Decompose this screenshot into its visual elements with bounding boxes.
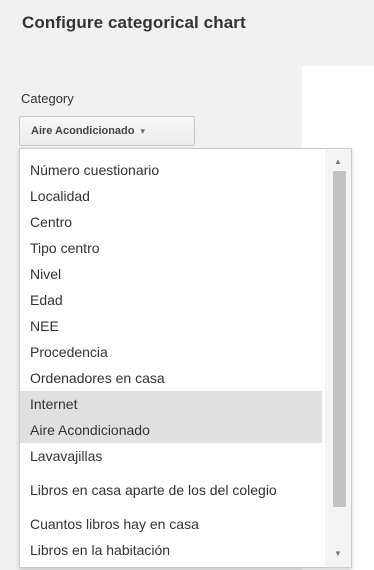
list-item[interactable]: Nivel — [20, 261, 322, 287]
list-scrollbar[interactable]: ▲ ▼ — [325, 149, 351, 567]
list-item[interactable]: Localidad — [20, 183, 322, 209]
chevron-down-icon: ▾ — [140, 125, 146, 136]
scrollbar-thumb[interactable] — [333, 171, 346, 507]
list-item[interactable]: Tipo centro — [20, 235, 322, 261]
list-item[interactable]: Lavavajillas — [20, 443, 322, 469]
list-item[interactable]: Ordenadores en casa — [20, 365, 322, 391]
panel-header: Configure categorical chart — [0, 0, 374, 66]
configure-chart-panel: Configure categorical chart Category Air… — [0, 0, 374, 570]
list-item[interactable]: Libros en la habitación — [20, 537, 322, 563]
category-options-list[interactable]: Número cuestionario Localidad Centro Tipo c… — [19, 148, 352, 568]
list-item[interactable]: Aire Acondicionado — [20, 417, 322, 443]
scroll-down-arrow-icon[interactable]: ▼ — [325, 547, 351, 561]
list-item[interactable]: NEE — [20, 313, 322, 339]
list-item[interactable]: Centro — [20, 209, 322, 235]
category-dropdown-button[interactable]: Aire Acondicionado ▾ — [19, 116, 195, 146]
panel-title: Configure categorical chart — [22, 13, 246, 32]
category-label: Category — [21, 91, 74, 106]
list-item[interactable]: Libros en casa aparte de los del colegio — [20, 469, 322, 511]
list-item[interactable]: Internet — [20, 391, 322, 417]
list-item[interactable]: Edad — [20, 287, 322, 313]
list-item[interactable]: Número cuestionario — [20, 157, 322, 183]
options-container: Número cuestionario Localidad Centro Tipo c… — [20, 157, 322, 563]
category-selected-value: Aire Acondicionado — [31, 125, 135, 137]
list-item[interactable]: Cuantos libros hay en casa — [20, 511, 322, 537]
list-item[interactable]: Procedencia — [20, 339, 322, 365]
scroll-up-arrow-icon[interactable]: ▲ — [325, 155, 351, 169]
